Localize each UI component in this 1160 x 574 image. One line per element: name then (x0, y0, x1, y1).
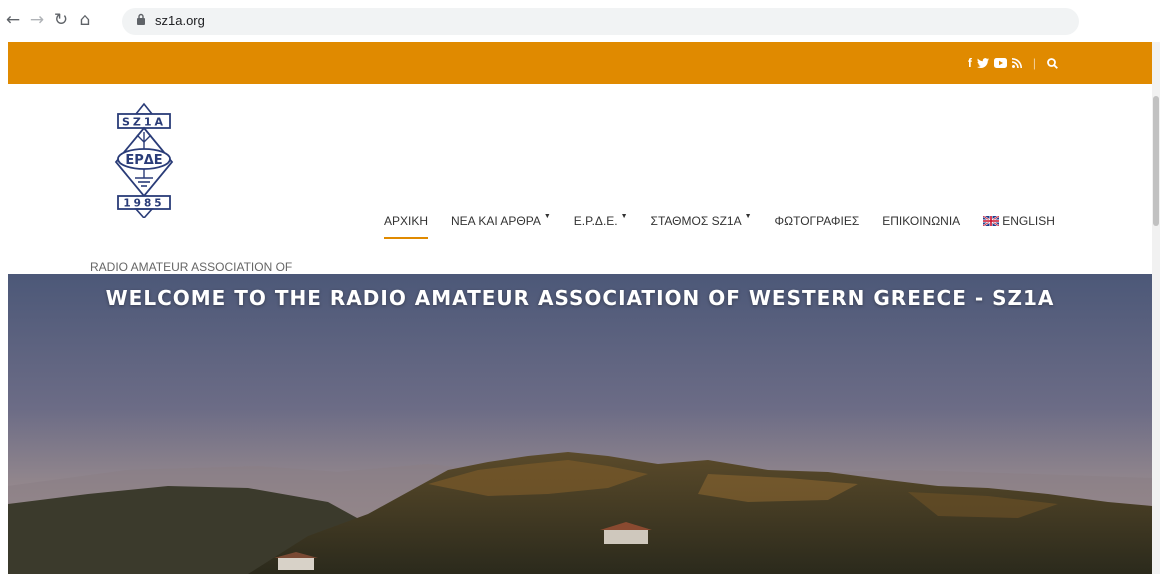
top-bar: f | (8, 42, 1152, 84)
site-logo[interactable]: SZ1A ΕΡΔΕ 1985 (106, 102, 182, 218)
caret-down-icon: ▼ (744, 213, 752, 220)
menu-item-station[interactable]: ΣΤΑΘΜΟΣ SZ1A ▼ (650, 213, 752, 228)
menu-item-label: ΣΤΑΘΜΟΣ SZ1A (650, 214, 742, 228)
reload-icon[interactable]: ↻ (50, 9, 72, 31)
logo-year: 1985 (123, 198, 164, 210)
menu-item-news[interactable]: ΝΕΑ ΚΑΙ ΑΡΘΡΑ ▼ (451, 213, 551, 228)
rss-icon[interactable] (1011, 58, 1022, 68)
menu-item-label: ENGLISH (1002, 214, 1055, 228)
site-header: SZ1A ΕΡΔΕ 1985 RADIO AMATEUR ASSOCIATION… (8, 84, 1152, 293)
search-icon[interactable] (1047, 57, 1058, 69)
hero-landscape-image (8, 274, 1152, 574)
hero-title: WELCOME TO THE RADIO AMATEUR ASSOCIATION… (105, 286, 1055, 310)
twitter-icon[interactable] (976, 58, 989, 68)
menu-item-label: Ε.Ρ.Δ.Ε. (573, 214, 618, 228)
url-text[interactable]: sz1a.org (155, 12, 205, 30)
main-menu: ΑΡΧΙΚΗ ΝΕΑ ΚΑΙ ΑΡΘΡΑ ▼ Ε.Ρ.Δ.Ε. ▼ ΣΤΑΘΜΟΣ … (384, 213, 1078, 239)
menu-item-label: ΝΕΑ ΚΑΙ ΑΡΘΡΑ (451, 214, 541, 228)
menu-item-erde[interactable]: Ε.Ρ.Δ.Ε. ▼ (573, 213, 628, 228)
menu-item-home[interactable]: ΑΡΧΙΚΗ (384, 214, 429, 239)
page-scrollbar[interactable] (1152, 42, 1160, 574)
scrollbar-thumb[interactable] (1153, 96, 1159, 226)
menu-item-label: ΕΠΙΚΟΙΝΩΝΙΑ (882, 214, 961, 228)
menu-item-contact[interactable]: ΕΠΙΚΟΙΝΩΝΙΑ (882, 214, 960, 228)
social-links: f | (968, 56, 1058, 70)
facebook-icon[interactable]: f (968, 56, 972, 70)
logo-callsign: SZ1A (122, 116, 166, 129)
back-icon[interactable]: ← (2, 9, 24, 31)
caret-down-icon: ▼ (620, 213, 628, 220)
caret-down-icon: ▼ (543, 213, 551, 220)
menu-item-photos[interactable]: ΦΩΤΟΓΡΑΦΙΕΣ (775, 214, 860, 228)
hero-banner: WELCOME TO THE RADIO AMATEUR ASSOCIATION… (8, 274, 1152, 574)
browser-toolbar: ← → ↻ ⌂ sz1a.org (0, 0, 1160, 42)
address-bar[interactable] (122, 8, 1079, 35)
home-icon[interactable]: ⌂ (74, 9, 96, 31)
website: f | SZ1A ΕΡΔΕ 1985 RADIO AMATEUR ASSOCIA… (8, 42, 1152, 574)
forward-icon[interactable]: → (26, 9, 48, 31)
lock-icon (137, 13, 145, 25)
separator: | (1032, 56, 1036, 70)
logo-erde: ΕΡΔΕ (125, 153, 162, 168)
menu-item-label: ΑΡΧΙΚΗ (384, 214, 429, 228)
menu-item-label: ΦΩΤΟΓΡΑΦΙΕΣ (774, 214, 860, 228)
uk-flag-icon (983, 216, 1000, 226)
menu-item-english[interactable]: ENGLISH (983, 214, 1055, 228)
youtube-icon[interactable] (993, 58, 1007, 68)
